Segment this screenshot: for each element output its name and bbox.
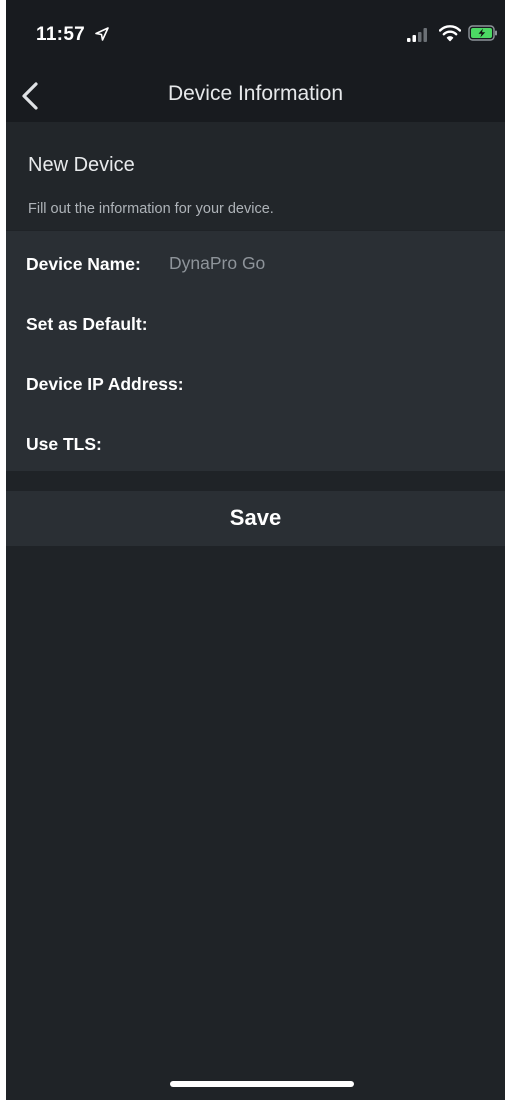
save-button[interactable]: Save — [6, 491, 505, 546]
use-tls-label: Use TLS: — [26, 434, 102, 454]
section-subtitle: Fill out the information for your device… — [28, 201, 274, 217]
set-as-default-row[interactable]: Set as Default: — [6, 293, 505, 353]
page-title: Device Information — [167, 82, 344, 105]
battery-charging-icon — [468, 25, 497, 41]
app-screen: 11:57 Device Information New Device Fill… — [6, 0, 505, 1100]
save-button-label: Save — [229, 505, 282, 530]
home-indicator[interactable] — [170, 1081, 354, 1087]
wifi-icon — [439, 25, 461, 42]
status-bar: 11:57 — [6, 0, 505, 70]
device-name-input[interactable] — [169, 249, 469, 277]
set-as-default-label: Set as Default: — [26, 314, 148, 334]
location-arrow-icon — [95, 27, 109, 41]
cellular-signal-icon — [407, 28, 427, 42]
navigation-bar: Device Information — [6, 70, 505, 122]
section-title: New Device — [28, 154, 135, 176]
device-ip-label: Device IP Address: — [26, 374, 184, 394]
device-ip-input[interactable] — [206, 369, 486, 397]
section-header: New Device Fill out the information for … — [6, 122, 505, 230]
status-time: 11:57 — [36, 24, 86, 45]
device-ip-row[interactable]: Device IP Address: — [6, 353, 505, 413]
device-form: Device Name: Set as Default: Device IP A… — [6, 231, 505, 471]
device-name-row[interactable]: Device Name: — [6, 233, 505, 293]
device-name-label: Device Name: — [26, 254, 141, 274]
use-tls-row[interactable]: Use TLS: — [6, 413, 505, 473]
